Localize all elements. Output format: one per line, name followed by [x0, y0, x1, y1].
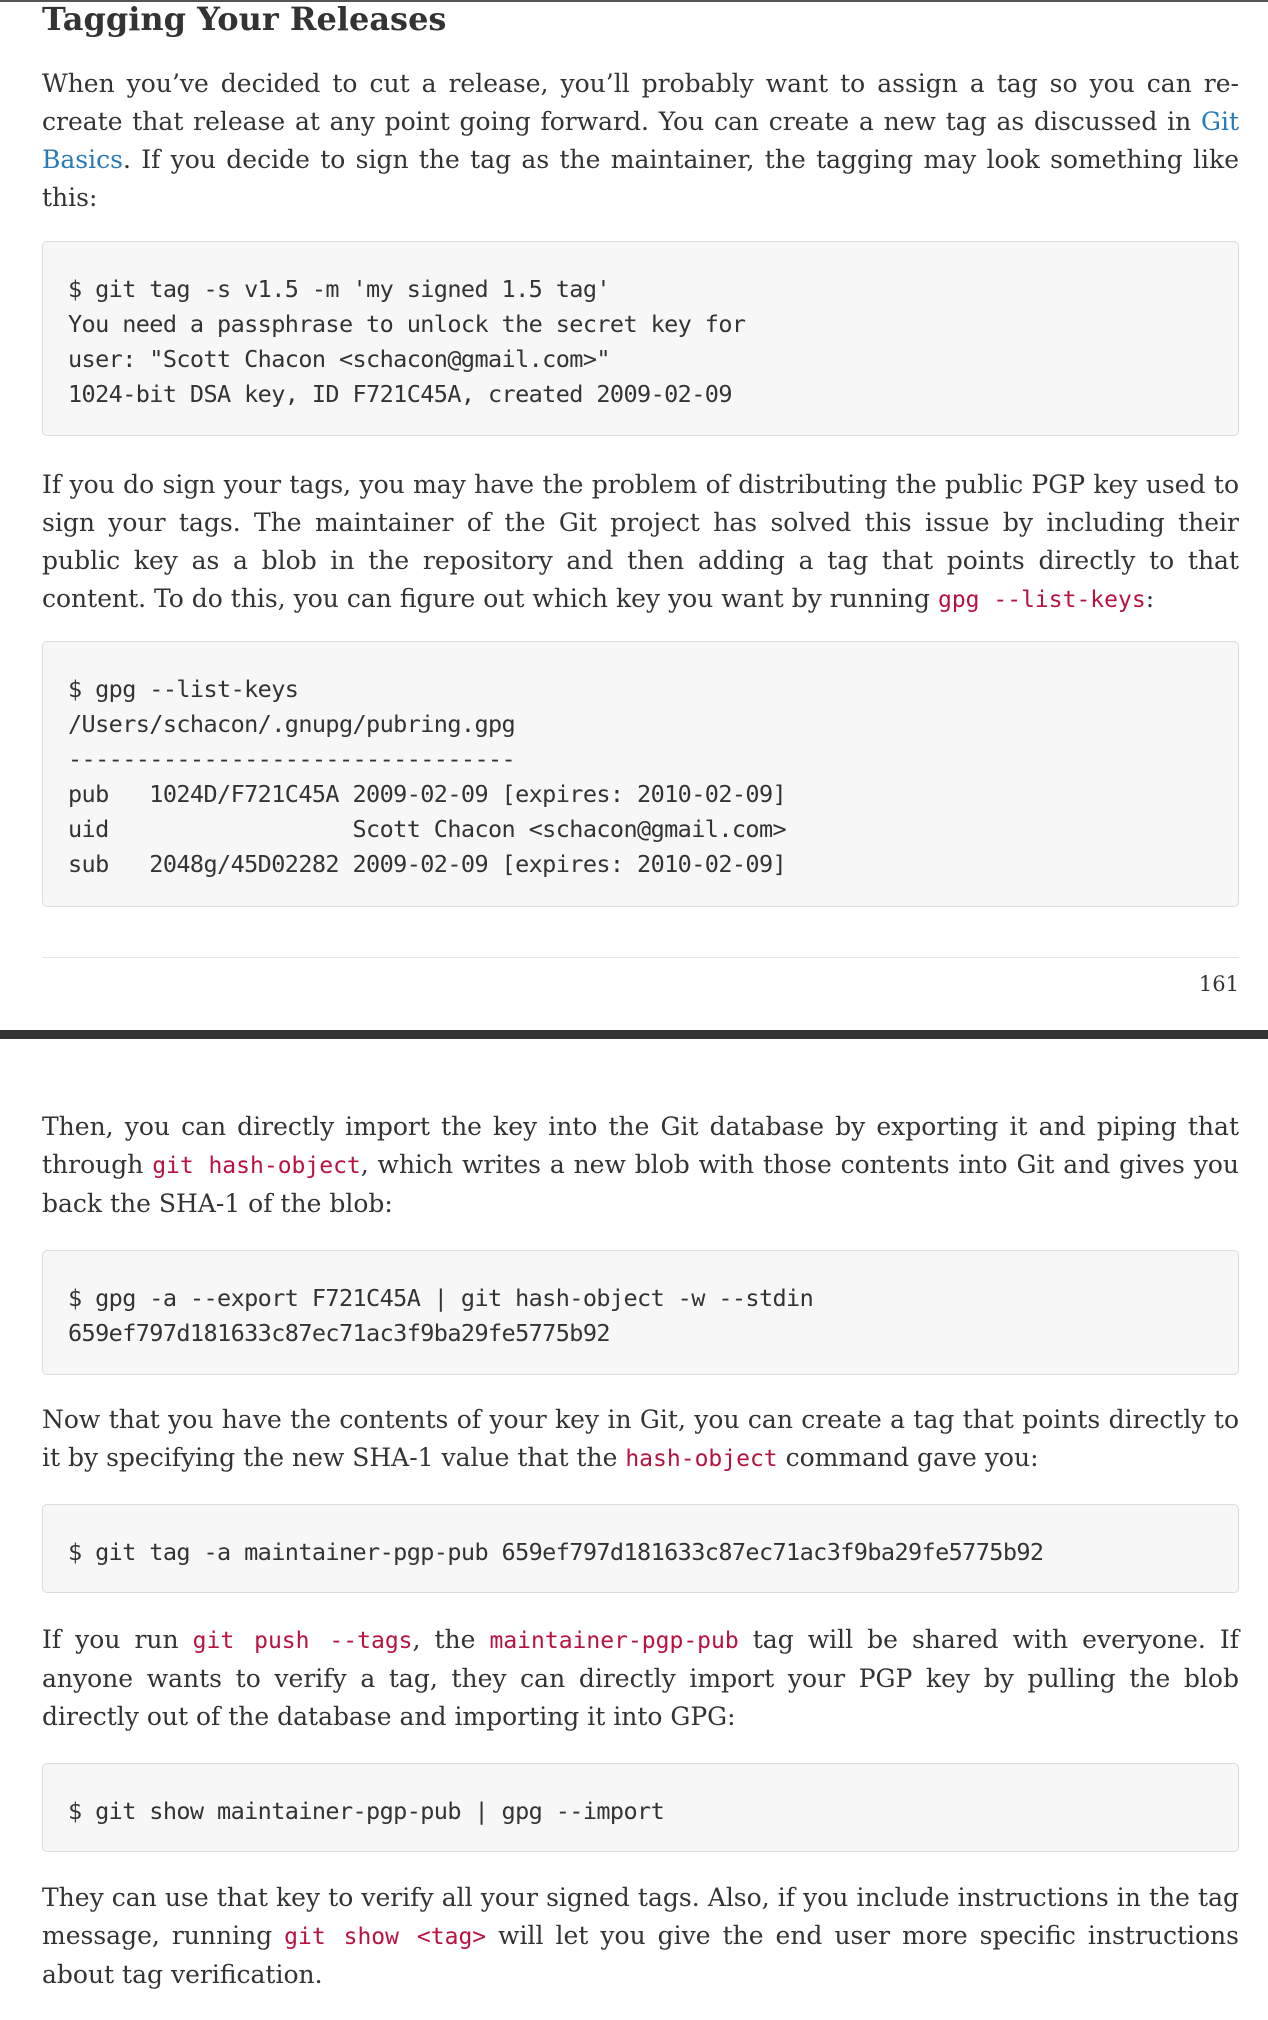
- code-text: $ git tag -s v1.5 -m 'my signed 1.5 tag'…: [68, 275, 746, 408]
- paragraph-text: command gave you:: [777, 1443, 1039, 1472]
- code-block-git-tag-maintainer: $ git tag -a maintainer-pgp-pub 659ef797…: [42, 1504, 1239, 1593]
- inline-code: hash-object: [625, 1446, 778, 1472]
- paragraph-text: If you run: [42, 1625, 193, 1654]
- section-title: Tagging Your Releases: [42, 0, 447, 38]
- page-162: Then, you can directly import the key in…: [42, 1108, 1239, 1994]
- inline-code: git hash-object: [152, 1153, 361, 1179]
- paragraph-verify-tags: They can use that key to verify all your…: [42, 1879, 1239, 1994]
- code-block-gpg-export: $ gpg -a --export F721C45A | git hash-ob…: [42, 1250, 1239, 1375]
- paragraph-text: , the: [412, 1625, 490, 1654]
- page-divider: [0, 1030, 1268, 1039]
- code-block-gpg-list-keys: $ gpg --list-keys /Users/schacon/.gnupg/…: [42, 641, 1239, 907]
- paragraph-intro: When you’ve decided to cut a release, yo…: [42, 65, 1239, 217]
- paragraph-create-tag: Now that you have the contents of your k…: [42, 1401, 1239, 1478]
- code-text: $ git tag -a maintainer-pgp-pub 659ef797…: [68, 1538, 1044, 1566]
- inline-code: git show <tag>: [284, 1924, 487, 1950]
- paragraph-text: . If you decide to sign the tag as the m…: [42, 145, 1239, 212]
- code-block-git-tag-sign: $ git tag -s v1.5 -m 'my signed 1.5 tag'…: [42, 241, 1239, 436]
- paragraph-text: :: [1145, 584, 1155, 613]
- code-text: $ gpg -a --export F721C45A | git hash-ob…: [68, 1284, 814, 1347]
- code-block-git-show-import: $ git show maintainer-pgp-pub | gpg --im…: [42, 1763, 1239, 1852]
- page-161: Tagging Your Releases When you’ve decide…: [42, 0, 1239, 907]
- inline-code: maintainer-pgp-pub: [489, 1628, 739, 1654]
- paragraph-push-tags: If you run git push --tags, the maintain…: [42, 1621, 1239, 1736]
- footer-rule: [42, 957, 1239, 958]
- inline-code: git push --tags: [192, 1628, 413, 1654]
- paragraph-import-key: Then, you can directly import the key in…: [42, 1108, 1239, 1223]
- code-text: $ gpg --list-keys /Users/schacon/.gnupg/…: [68, 675, 787, 878]
- page-number: 161: [1198, 972, 1239, 996]
- code-text: $ git show maintainer-pgp-pub | gpg --im…: [68, 1797, 665, 1825]
- inline-code: gpg --list-keys: [937, 587, 1146, 613]
- paragraph-text: When you’ve decided to cut a release, yo…: [42, 69, 1239, 136]
- paragraph-distribute-key: If you do sign your tags, you may have t…: [42, 466, 1239, 619]
